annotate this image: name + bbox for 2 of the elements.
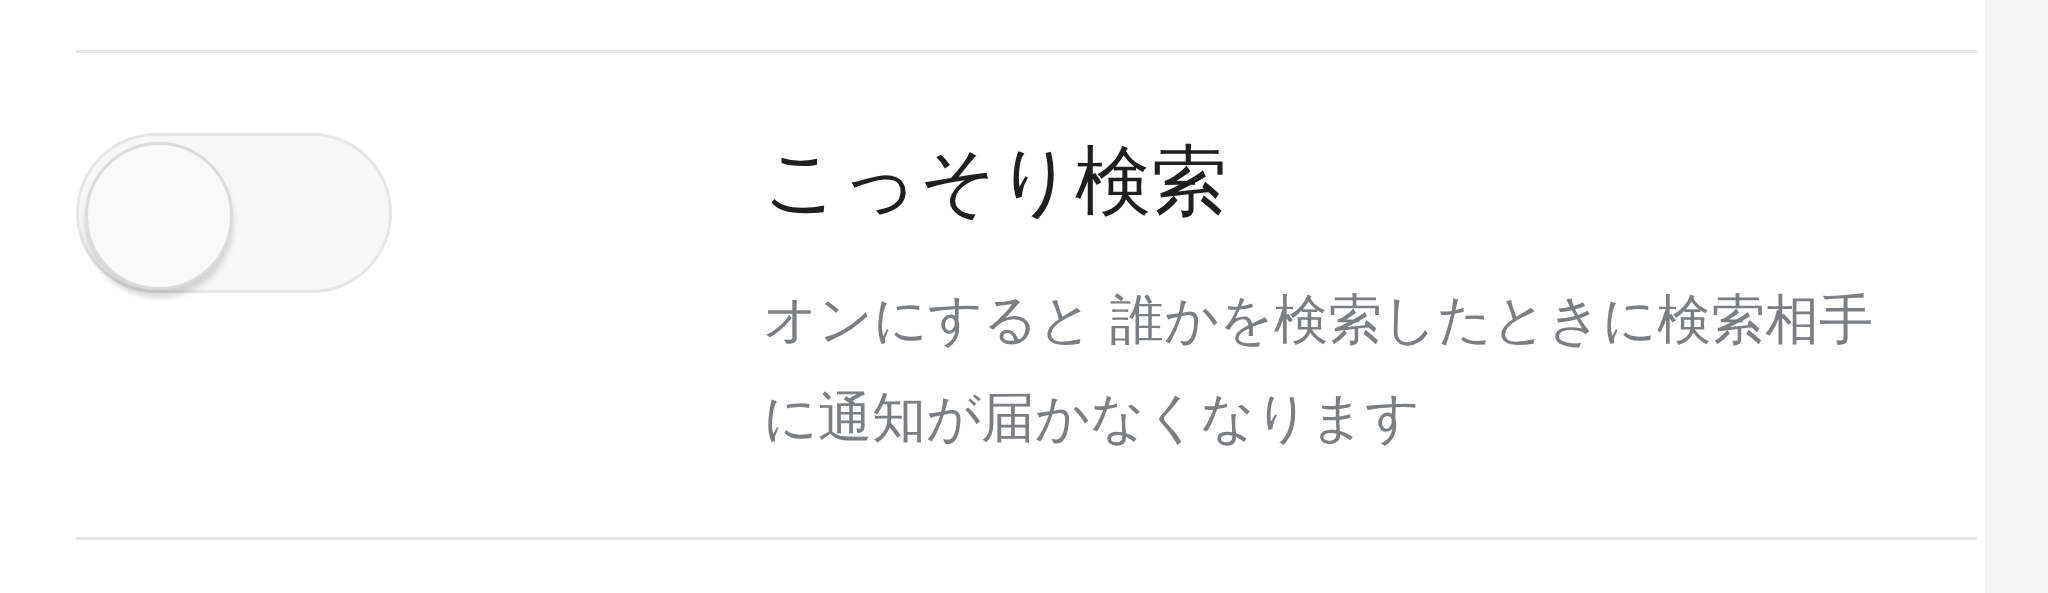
setting-description: オンにすると 誰かを検索したときに検索相手に通知が届かなくなります	[763, 287, 1875, 451]
setting-title: こっそり検索	[763, 135, 1228, 227]
